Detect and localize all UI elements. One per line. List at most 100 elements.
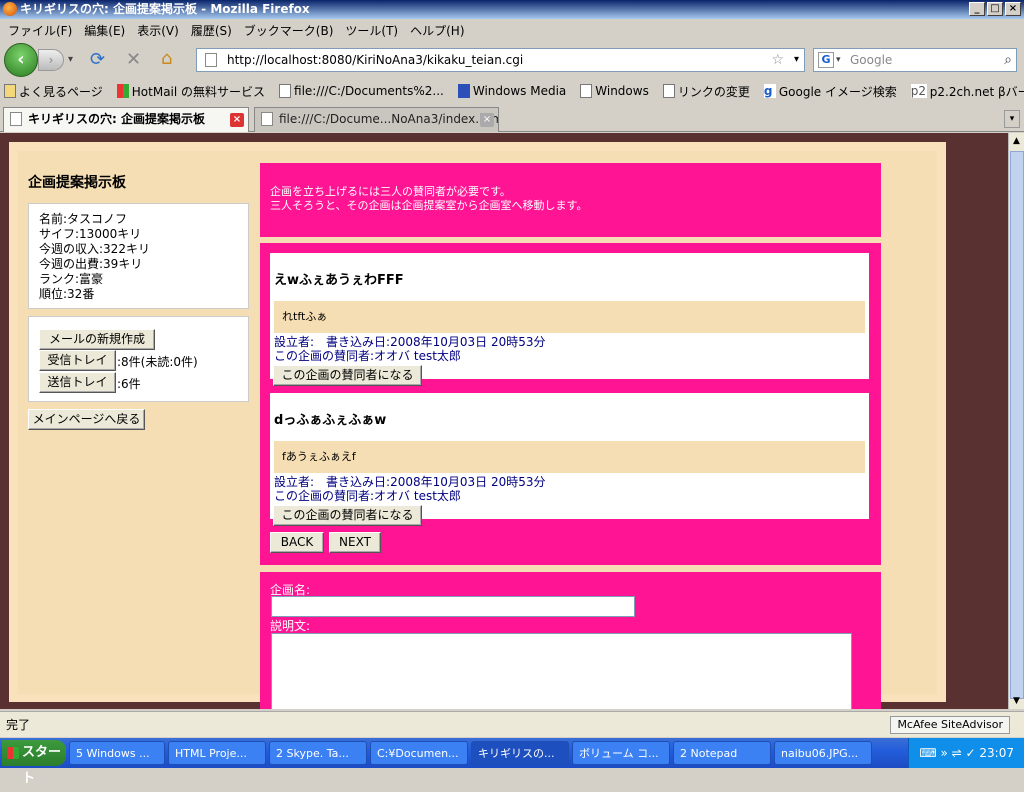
menu-bookmarks[interactable]: ブックマーク(B) <box>238 22 340 39</box>
url-bar[interactable]: http://localhost:8080/KiriNoAna3/kikaku_… <box>196 48 805 72</box>
mail-box: メールの新規作成 受信トレイ :8件(未読:0件) 送信トレイ :6件 <box>28 316 249 402</box>
menu-bar: ファイル(F) 編集(E) 表示(V) 履歴(S) ブックマーク(B) ツール(… <box>0 19 1024 41</box>
page-viewport: 企画提案掲示板 名前:タスコノフ サイフ:13000キリ 今週の収入:322キリ… <box>0 133 1008 709</box>
board-title: 企画提案掲示板 <box>28 175 126 191</box>
url-text: http://localhost:8080/KiriNoAna3/kikaku_… <box>227 53 524 67</box>
profile-name: 名前:タスコノフ <box>39 212 128 226</box>
menu-history[interactable]: 履歴(S) <box>185 22 238 39</box>
google-engine-icon[interactable]: G <box>818 52 834 68</box>
mcafee-siteadvisor[interactable]: McAfee SiteAdvisor <box>890 716 1010 734</box>
support-button[interactable]: この企画の賛同者になる <box>273 365 422 386</box>
outbox-count: :6件 <box>117 377 141 391</box>
page-frame: 企画提案掲示板 名前:タスコノフ サイフ:13000キリ 今週の収入:322キリ… <box>9 142 946 709</box>
menu-view[interactable]: 表示(V) <box>131 22 185 39</box>
inbox-count: :8件(未読:0件) <box>117 355 198 369</box>
profile-income: 今週の収入:322キリ <box>39 242 150 256</box>
profile-position: 順位:32番 <box>39 287 95 301</box>
star-icon[interactable]: ☆ <box>771 49 784 71</box>
bookmark-label: HotMail の無料サービス <box>131 84 266 99</box>
notice-panel: 企画を立ち上げるには三人の賛同者が必要です。 三人そろうと、その企画は企画提案室… <box>260 163 881 237</box>
post-body: fあうぇふぁえf <box>274 441 865 473</box>
bookmark-item[interactable]: file:///C:/Documents%2... <box>279 84 444 98</box>
profile-expense: 今週の出費:39キリ <box>39 257 143 271</box>
search-icon[interactable]: ⌕ <box>1004 49 1012 71</box>
back-button[interactable]: ‹ <box>4 43 38 77</box>
back-page-button[interactable]: BACK <box>270 532 324 553</box>
post-body: れtftふぁ <box>274 301 865 333</box>
history-dropdown-icon[interactable]: ▾ <box>68 54 73 65</box>
next-page-button[interactable]: NEXT <box>329 532 381 553</box>
taskbar: スタート 5 Windows ... HTML Proje... 2 Skype… <box>0 738 1024 786</box>
taskbar-item[interactable]: 2 Notepad <box>673 741 771 765</box>
menu-edit[interactable]: 編集(E) <box>78 22 131 39</box>
taskbar-item-active[interactable]: キリギリスの... <box>471 741 569 765</box>
reload-icon[interactable]: ⟳ <box>90 49 105 70</box>
status-bar: 完了 McAfee SiteAdvisor <box>0 711 1024 737</box>
tab-list-icon[interactable]: ▾ <box>1004 110 1020 128</box>
tab-close-icon[interactable]: × <box>230 113 244 127</box>
taskbar-item[interactable]: HTML Proje... <box>168 741 266 765</box>
bookmark-item[interactable]: Windows Media <box>457 84 567 98</box>
tab-bar: キリギリスの穴: 企画提案掲示板 × file:///C:/Docume...N… <box>0 104 1024 132</box>
new-plan-form: 企画名: 説明文: <box>260 572 881 709</box>
vertical-scrollbar[interactable]: ▲ ▼ <box>1008 133 1024 709</box>
taskbar-item[interactable]: 2 Skype. Ta... <box>269 741 367 765</box>
bookmark-item[interactable]: g Google イメージ検索 <box>763 83 897 100</box>
plan-name-input[interactable] <box>271 596 635 617</box>
engine-dropdown-icon[interactable]: ▾ <box>836 49 841 71</box>
stop-icon[interactable]: ✕ <box>126 49 141 70</box>
back-to-main-button[interactable]: メインページへ戻る <box>28 409 145 430</box>
bookmark-item[interactable]: HotMail の無料サービス <box>116 83 266 100</box>
close-button[interactable]: × <box>1005 2 1021 16</box>
scroll-up-icon[interactable]: ▲ <box>1009 133 1024 149</box>
menu-tools[interactable]: ツール(T) <box>339 22 404 39</box>
taskbar-item[interactable]: naibu06.JPG... <box>774 741 872 765</box>
scroll-thumb[interactable] <box>1010 151 1024 699</box>
taskbar-item[interactable]: C:¥Documen... <box>370 741 468 765</box>
forward-button[interactable]: › <box>38 49 64 71</box>
outbox-button[interactable]: 送信トレイ <box>39 372 116 393</box>
bookmark-item[interactable]: よく見るページ <box>4 83 103 100</box>
search-bar[interactable]: G ▾ Google ⌕ <box>813 48 1017 72</box>
notice-line-1: 企画を立ち上げるには三人の賛同者が必要です。 <box>270 185 511 198</box>
menu-help[interactable]: ヘルプ(H) <box>404 22 470 39</box>
page-icon <box>261 112 273 126</box>
taskbar-item[interactable]: 5 Windows ... <box>69 741 165 765</box>
search-placeholder: Google <box>850 53 893 67</box>
bookmark-item[interactable]: リンクの変更 <box>662 83 750 100</box>
tab-close-icon[interactable]: × <box>480 113 494 127</box>
taskbar-item[interactable]: ボリューム コ... <box>572 741 670 765</box>
bookmark-item[interactable]: p2p2.2ch.net βバージョン <box>910 83 1024 100</box>
profile-box: 名前:タスコノフ サイフ:13000キリ 今週の収入:322キリ 今週の出費:3… <box>28 203 249 309</box>
tab-label: file:///C:/Docume...NoAna3/index.html <box>279 112 499 126</box>
post-supporters: この企画の賛同者:オオバ test太郎 <box>274 489 461 503</box>
bookmark-label: リンクの変更 <box>677 84 750 99</box>
tray-icons[interactable]: ⌨ » ⇌ ✓ <box>919 746 979 760</box>
bookmark-item[interactable]: Windows <box>580 84 649 98</box>
post-title: dっふぁふぇふぁw <box>274 413 387 428</box>
description-textarea[interactable] <box>271 633 852 709</box>
clock: 23:07 <box>979 746 1014 760</box>
scroll-down-icon[interactable]: ▼ <box>1009 693 1024 709</box>
left-column: 企画提案掲示板 名前:タスコノフ サイフ:13000キリ 今週の収入:322キリ… <box>18 151 251 694</box>
new-mail-button[interactable]: メールの新規作成 <box>39 329 155 350</box>
bookmarks-toolbar: よく見るページ HotMail の無料サービス file:///C:/Docum… <box>0 80 1024 102</box>
tab-active[interactable]: キリギリスの穴: 企画提案掲示板 × <box>3 107 249 132</box>
support-button[interactable]: この企画の賛同者になる <box>273 505 422 526</box>
profile-rank: ランク:富豪 <box>39 272 104 286</box>
post-card: えwふぇあうぇわFFF れtftふぁ 設立者: 書き込み日:2008年10月03… <box>270 253 869 386</box>
menu-file[interactable]: ファイル(F) <box>2 22 78 39</box>
page-icon <box>662 84 675 98</box>
page-icon <box>205 53 217 67</box>
start-button[interactable]: スタート <box>2 740 66 786</box>
bookmark-label: p2.2ch.net βバージョン <box>929 84 1024 99</box>
tab-inactive[interactable]: file:///C:/Docume...NoAna3/index.html × <box>254 107 499 132</box>
inbox-button[interactable]: 受信トレイ <box>39 350 116 371</box>
bookmark-label: Windows Media <box>472 84 567 98</box>
home-icon[interactable]: ⌂ <box>161 48 172 69</box>
window-title: キリギリスの穴: 企画提案掲示板 - Mozilla Firefox <box>20 2 310 16</box>
bookmark-label: file:///C:/Documents%2... <box>294 84 444 98</box>
minimize-button[interactable]: _ <box>969 2 985 16</box>
url-dropdown-icon[interactable]: ▾ <box>794 49 799 71</box>
maximize-button[interactable]: □ <box>987 2 1003 16</box>
